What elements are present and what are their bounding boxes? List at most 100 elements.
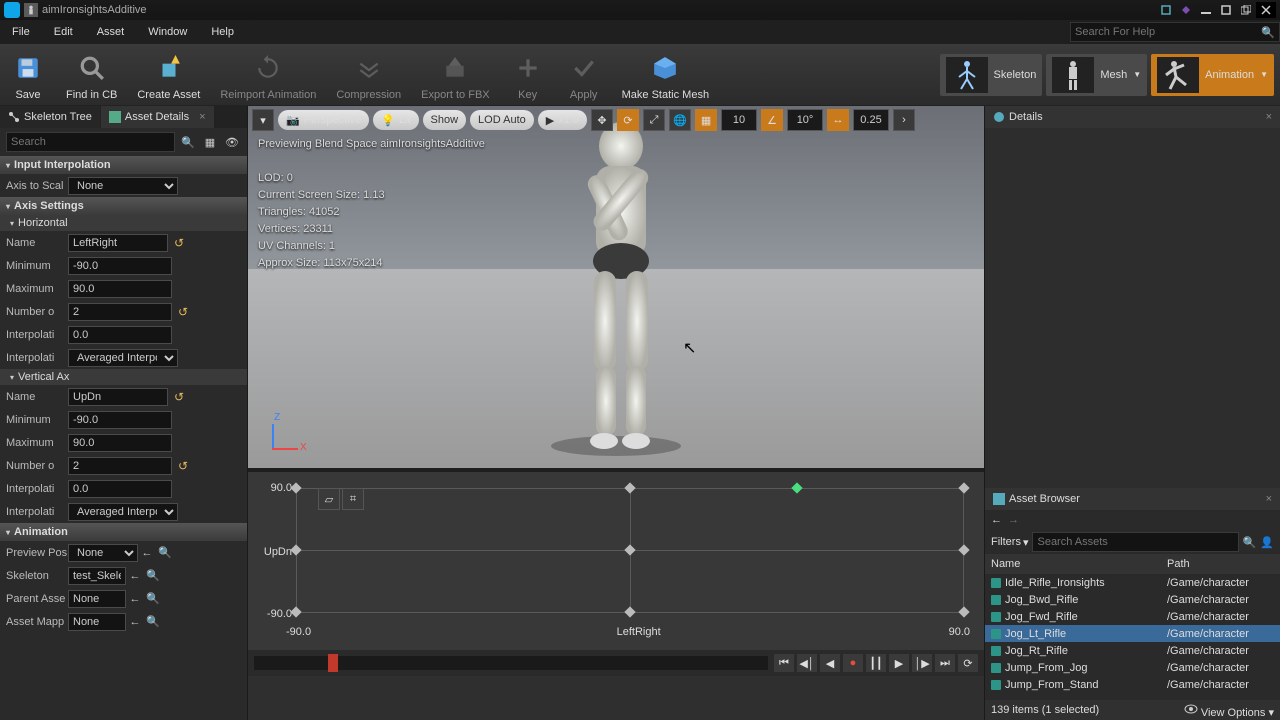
go-to-start-button[interactable]: ⏮ bbox=[774, 654, 794, 672]
scale-tool-icon[interactable]: ⤢ bbox=[643, 109, 665, 131]
asset-list-header[interactable]: Name Path bbox=[985, 554, 1280, 574]
snap-icon[interactable]: ⌗ bbox=[342, 488, 364, 510]
property-search-input[interactable] bbox=[6, 132, 175, 152]
grid-snap-value[interactable]: 10 bbox=[721, 109, 757, 131]
h-min-input[interactable] bbox=[68, 257, 172, 275]
grid-view-icon[interactable]: ▦ bbox=[201, 133, 219, 151]
sample-point[interactable] bbox=[958, 482, 969, 493]
export-fbx-button[interactable]: Export to FBX bbox=[411, 44, 499, 105]
sample-point[interactable] bbox=[624, 606, 635, 617]
maximize-button[interactable] bbox=[1236, 2, 1256, 18]
stretch-fit-icon[interactable]: ▱ bbox=[318, 488, 340, 510]
user-icon[interactable]: 👤 bbox=[1260, 536, 1274, 549]
viewport-perspective[interactable]: 📷 Perspective bbox=[278, 110, 369, 130]
tab-details[interactable]: Details × bbox=[985, 106, 1280, 128]
key-button[interactable]: Key bbox=[500, 44, 556, 105]
v-number-input[interactable] bbox=[68, 457, 172, 475]
preview-pose-select[interactable]: None bbox=[68, 544, 138, 562]
asset-search-input[interactable] bbox=[1032, 532, 1238, 552]
arrow-left-icon[interactable]: ← bbox=[126, 613, 144, 631]
apply-button[interactable]: Apply bbox=[556, 44, 612, 105]
revert-icon[interactable]: ↺ bbox=[174, 390, 184, 404]
browse-icon[interactable]: 🔍 bbox=[144, 613, 162, 631]
scale-snap-value[interactable]: 0.25 bbox=[853, 109, 889, 131]
help-search-input[interactable] bbox=[1075, 26, 1261, 38]
v-interp-select[interactable]: Averaged Interpolat bbox=[68, 503, 178, 521]
section-animation[interactable]: Animation bbox=[0, 523, 247, 541]
axis-to-scale-select[interactable]: None bbox=[68, 177, 178, 195]
record-button[interactable]: ● bbox=[843, 654, 863, 672]
app-icon-2[interactable] bbox=[1176, 2, 1196, 18]
browse-icon[interactable]: 🔍 bbox=[144, 590, 162, 608]
revert-icon[interactable]: ↺ bbox=[178, 305, 188, 319]
menu-window[interactable]: Window bbox=[136, 20, 199, 44]
blendspace-grid[interactable]: -90.0 LeftRight 90.0 bbox=[296, 478, 964, 644]
h-interp-input[interactable] bbox=[68, 326, 172, 344]
asset-row[interactable]: Jog_Bwd_Rifle/Game/character bbox=[985, 591, 1280, 608]
mode-skeleton[interactable]: Skeleton bbox=[940, 54, 1043, 96]
viewport-speed[interactable]: ▶ x1.0 bbox=[538, 110, 587, 130]
help-search[interactable]: 🔍 bbox=[1070, 22, 1280, 42]
v-name-input[interactable] bbox=[68, 388, 168, 406]
browse-icon[interactable]: 🔍 bbox=[156, 544, 174, 562]
viewport[interactable]: ▾ 📷 Perspective 💡 Lit Show LOD Auto ▶ x1… bbox=[248, 106, 984, 468]
sample-point[interactable] bbox=[624, 482, 635, 493]
create-asset-button[interactable]: Create Asset bbox=[127, 44, 210, 105]
compression-button[interactable]: Compression bbox=[326, 44, 411, 105]
minimize-button[interactable] bbox=[1196, 2, 1216, 18]
make-static-mesh-button[interactable]: Make Static Mesh bbox=[612, 44, 719, 105]
h-name-input[interactable] bbox=[68, 234, 168, 252]
sample-point[interactable] bbox=[958, 606, 969, 617]
filters-dropdown[interactable]: Filters ▾ bbox=[991, 536, 1028, 549]
step-forward-button[interactable]: │▶ bbox=[912, 654, 932, 672]
h-max-input[interactable] bbox=[68, 280, 172, 298]
subsection-vertical[interactable]: Vertical Ax bbox=[0, 369, 247, 385]
angle-snap-value[interactable]: 10° bbox=[787, 109, 823, 131]
app-icon-1[interactable] bbox=[1156, 2, 1176, 18]
search-icon[interactable]: 🔍 bbox=[1243, 536, 1257, 549]
close-tab-icon[interactable]: × bbox=[199, 111, 205, 123]
subsection-horizontal[interactable]: Horizontal bbox=[0, 215, 247, 231]
arrow-left-icon[interactable]: ← bbox=[126, 590, 144, 608]
pause-button[interactable]: ┃┃ bbox=[866, 654, 886, 672]
h-number-input[interactable] bbox=[68, 303, 172, 321]
playhead[interactable] bbox=[328, 654, 338, 672]
menu-edit[interactable]: Edit bbox=[42, 20, 85, 44]
v-interp-input[interactable] bbox=[68, 480, 172, 498]
sample-point[interactable] bbox=[624, 544, 635, 555]
grid-snap-icon[interactable]: ▦ bbox=[695, 109, 717, 131]
viewport-show[interactable]: Show bbox=[423, 110, 467, 130]
close-tab-icon[interactable]: × bbox=[1266, 493, 1272, 505]
reimport-animation-button[interactable]: Reimport Animation bbox=[210, 44, 326, 105]
loop-button[interactable]: ⟳ bbox=[958, 654, 978, 672]
find-in-cb-button[interactable]: Find in CB bbox=[56, 44, 127, 105]
mode-mesh[interactable]: Mesh▼ bbox=[1046, 54, 1147, 96]
v-max-input[interactable] bbox=[68, 434, 172, 452]
asset-row[interactable]: Idle_Rifle_Ironsights/Game/character bbox=[985, 574, 1280, 591]
step-back-button[interactable]: ◀│ bbox=[797, 654, 817, 672]
restore-button[interactable] bbox=[1216, 2, 1236, 18]
section-input-interpolation[interactable]: Input Interpolation bbox=[0, 156, 247, 174]
angle-snap-icon[interactable]: ∠ bbox=[761, 109, 783, 131]
play-button[interactable]: ▶ bbox=[889, 654, 909, 672]
blendspace-editor[interactable]: 90.0 UpDn -90.0 -9 bbox=[248, 472, 984, 650]
asset-row[interactable]: Jump_From_Stand/Game/character bbox=[985, 676, 1280, 693]
section-axis-settings[interactable]: Axis Settings bbox=[0, 197, 247, 215]
browse-icon[interactable]: 🔍 bbox=[144, 567, 162, 585]
tab-asset-details[interactable]: Asset Details × bbox=[101, 106, 215, 128]
tab-asset-browser[interactable]: Asset Browser × bbox=[985, 488, 1280, 510]
close-tab-icon[interactable]: × bbox=[1266, 111, 1272, 123]
viewport-menu-button[interactable]: ▾ bbox=[252, 109, 274, 131]
mode-animation[interactable]: Animation▼ bbox=[1151, 54, 1274, 96]
arrow-left-icon[interactable]: ← bbox=[126, 567, 144, 585]
sample-point-active[interactable] bbox=[791, 482, 802, 493]
timeline-track[interactable] bbox=[254, 656, 768, 670]
rotate-tool-icon[interactable]: ⟳ bbox=[617, 109, 639, 131]
scale-snap-icon[interactable]: ↔ bbox=[827, 109, 849, 131]
chevron-right-icon[interactable]: › bbox=[893, 109, 915, 131]
tab-skeleton-tree[interactable]: Skeleton Tree bbox=[0, 106, 101, 128]
arrow-left-icon[interactable]: ← bbox=[138, 544, 156, 562]
close-button[interactable] bbox=[1256, 2, 1276, 18]
viewport-lod[interactable]: LOD Auto bbox=[470, 110, 534, 130]
history-back-button[interactable]: ← bbox=[991, 514, 1002, 526]
